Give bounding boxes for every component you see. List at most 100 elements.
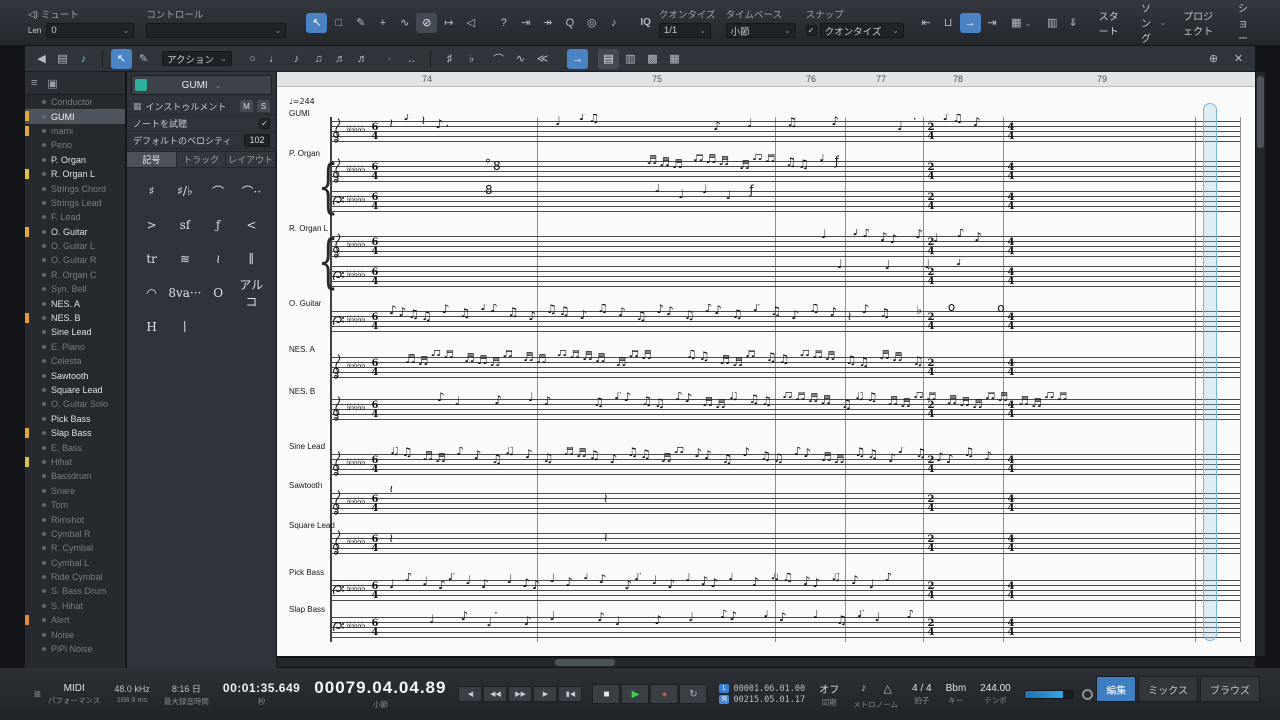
marker-start-button[interactable]: ⇤ xyxy=(916,13,937,33)
track-item-pipi-noise[interactable]: PiPi Noise xyxy=(25,642,125,656)
arrow-tool[interactable]: ↖ xyxy=(306,12,328,33)
pencil-tool[interactable]: ✎ xyxy=(133,49,154,69)
notation-symbol-11[interactable]: ∥ xyxy=(235,250,268,268)
catch-button[interactable]: ↠ xyxy=(537,13,558,33)
track-item-bassdrum[interactable]: Bassdrum xyxy=(25,469,125,483)
folder-icon[interactable]: ▤ xyxy=(52,49,73,69)
bar-beat-display[interactable]: 00079.04.04.89 xyxy=(314,678,446,698)
note-value-button-2[interactable]: ♪ xyxy=(286,49,307,69)
notation-symbol-9[interactable]: ≋ xyxy=(168,250,201,268)
notation-symbol-8[interactable]: tr xyxy=(135,250,168,268)
download-icon[interactable]: ⇓ xyxy=(1063,13,1084,33)
notation-symbol-7[interactable]: < xyxy=(235,216,268,234)
notation-symbol-0[interactable]: ♯ xyxy=(135,182,168,200)
notation-symbol-1[interactable]: ♯/♭ xyxy=(168,182,201,200)
track-item-nes-a[interactable]: NES. A xyxy=(25,296,125,310)
score-canvas[interactable]: ♩=244 GUMI ♭♭♭♭♭ 6 4 2 4 4 4 ≀ ♪ ≀ ♪ · ♩ ♪ ♫♪ ♩ ♫ ♪ ♩ · ♪ ♫ ♪ P. … xyxy=(277,87,1255,656)
horizontal-scrollbar[interactable] xyxy=(277,658,1255,667)
staff-notes[interactable]: ≀ ♪ ≀ ♪ · ♩ ♪ ♫♪ ♩ ♫ ♪ ♩ · ♪ ♫ ♪ xyxy=(389,114,1237,148)
notation-symbol-17[interactable]: ∣ xyxy=(168,318,201,336)
time-display[interactable]: 00:01:35.649 xyxy=(223,681,300,695)
mix-panel-button[interactable]: ミックス xyxy=(1138,676,1198,702)
time-signature-value[interactable]: 4 / 4 xyxy=(912,683,931,694)
mute-label[interactable]: ミュート xyxy=(41,7,79,21)
notation-symbol-2[interactable]: ⌒ xyxy=(202,182,235,200)
track-item-hihat[interactable]: Hihat xyxy=(25,455,125,469)
track-item-nes-b[interactable]: NES. B xyxy=(25,311,125,325)
notation-symbol-10[interactable]: ≀ xyxy=(202,250,235,268)
zoom-button[interactable]: ◎ xyxy=(581,13,602,33)
track-item-strings-chord[interactable]: Strings Chord xyxy=(25,181,125,195)
notation-symbol-3[interactable]: ⌒·· xyxy=(235,182,268,200)
notation-symbol-16[interactable]: H xyxy=(135,318,168,336)
track-item-o-guitar-r[interactable]: O. Guitar R xyxy=(25,253,125,267)
bend-tool[interactable]: ↦ xyxy=(438,13,459,33)
browse-panel-button[interactable]: ブラウズ xyxy=(1200,676,1260,702)
track-item-sine-lead[interactable]: Sine Lead xyxy=(25,325,125,339)
record-button[interactable]: ● xyxy=(650,684,679,704)
locate-button[interactable]: ⇥ xyxy=(515,13,536,33)
autoscroll-button[interactable]: → xyxy=(567,48,588,69)
edit-panel-button[interactable]: 編集 xyxy=(1096,676,1137,702)
track-item-s-bass-drum[interactable]: S. Bass Drum xyxy=(25,584,125,598)
notation-symbol-5[interactable]: sf xyxy=(168,216,201,234)
note-value-button-5[interactable]: ♬ xyxy=(352,49,373,69)
track-item-r-organ-l[interactable]: R. Organ L xyxy=(25,167,125,181)
scrollbar-thumb[interactable] xyxy=(1257,76,1264,148)
notation-symbol-6[interactable]: ƒ xyxy=(202,216,235,234)
range-tool[interactable]: □ xyxy=(328,13,349,33)
marker-end-button[interactable]: ⇥ xyxy=(982,13,1003,33)
track-item-square-lead[interactable]: Square Lead xyxy=(25,383,125,397)
solo-button[interactable]: S xyxy=(257,100,270,112)
track-item-cymbal-r[interactable]: Cymbal R xyxy=(25,527,125,541)
instrument-row[interactable]: ▦ インストゥルメント M S xyxy=(127,98,276,115)
track-item-tom[interactable]: Tom xyxy=(25,498,125,512)
track-item-gumi[interactable]: GUMI xyxy=(25,109,125,124)
arrow-tool[interactable]: ↖ xyxy=(111,48,132,69)
tab-[interactable]: レイアウト xyxy=(226,152,277,167)
view-mode-button-2[interactable]: ▩ xyxy=(642,49,663,69)
track-item-strings-lead[interactable]: Strings Lead xyxy=(25,196,125,210)
tab-[interactable]: 記号 xyxy=(127,152,177,167)
staff-notes[interactable]: ° 8 ♬ ♬ ♬ ♬ ♬ ♬ ♬♬ ♬ ♫ ♫ ♩ ƒ xyxy=(389,154,1237,188)
accidental-button-0[interactable]: ♯ xyxy=(439,49,460,69)
notation-symbol-14[interactable]: O xyxy=(202,284,235,302)
view-mode-button-3[interactable]: ▦ xyxy=(664,49,685,69)
track-item-f-lead[interactable]: F. Lead xyxy=(25,210,125,224)
audition-checkbox[interactable]: ✓ xyxy=(259,117,270,129)
playhead[interactable] xyxy=(1203,103,1217,641)
view-mode-button-0[interactable]: ▤ xyxy=(598,48,619,69)
measure-number[interactable]: 78 xyxy=(953,74,963,84)
control-dropdown[interactable] xyxy=(146,23,287,38)
help-button[interactable]: ? xyxy=(493,13,514,33)
view-mode-button-1[interactable]: ▥ xyxy=(620,49,641,69)
dot-value-button-0[interactable]: · xyxy=(379,49,400,69)
track-item-p-organ[interactable]: P. Organ xyxy=(25,153,125,167)
track-selector-dropdown[interactable]: GUMI xyxy=(131,75,272,95)
staff-notes[interactable]: ♬ ♬♬ ♬ ♬ ♬ ♬♬ ♬ ♬ ♬ ♬ ♬ ♬ ♬♬ ♬ ♫ ♫ ♬ ♬♬ ♫ ♫ ♬ ♬ ♬ ♫ ♫ ♬ ♬ ♫ xyxy=(389,350,1237,384)
track-item-e-piano[interactable]: E. Piano xyxy=(25,340,125,354)
accidental-button-1[interactable]: ♭ xyxy=(461,49,482,69)
staff-notes[interactable]: ≀≀ xyxy=(389,486,1237,520)
metronome-icon-0[interactable]: ♪ xyxy=(853,678,874,698)
grid-quantize-button[interactable]: ▦ xyxy=(1011,13,1032,33)
track-item-sawtooth[interactable]: Sawtooth xyxy=(25,368,125,382)
start-button[interactable]: スタート xyxy=(1092,4,1131,42)
track-item-ride-cymbal[interactable]: Ride Cymbal xyxy=(25,570,125,584)
measure-number[interactable]: 79 xyxy=(1097,74,1107,84)
pin-icon[interactable]: ⊕ xyxy=(1203,49,1224,69)
note-value-button-1[interactable]: ♩ xyxy=(264,49,285,69)
project-button[interactable]: プロジェクト xyxy=(1176,4,1228,42)
track-item-rimshot[interactable]: Rimshot xyxy=(25,512,125,526)
play-button[interactable]: ▶ xyxy=(621,684,650,704)
scrollbar-thumb[interactable] xyxy=(555,659,615,666)
curve-button-1[interactable]: ∿ xyxy=(510,49,531,69)
staff-notes[interactable]: ♩ ♪ ♩·♪ ♩ ♪ ♩ ♪ ♩ ♪ ♪ ♩ ♪ ♩ ♫ ♪ ♩ ♪ xyxy=(389,610,1237,644)
track-item-o-guitar-solo[interactable]: O. Guitar Solo xyxy=(25,397,125,411)
track-item-celesta[interactable]: Celesta xyxy=(25,354,125,368)
staff-notes[interactable]: ♪ ♩ ♪ ♩ ♪ ♫ ♪ ♪ ♫ ♫ ♪ ♪ ♬ ♬♫ ♫ ♫ ♬ ♬ ♬ ♬ ♫♫ ♫ ♬ ♬♬ ♬ ♬ ♬ ♬♬ ♬ ♬ ♬♬ ♬ xyxy=(389,392,1237,426)
tempo-value[interactable]: 244.00 xyxy=(980,683,1011,694)
measure-number[interactable]: 74 xyxy=(422,74,432,84)
volume-knob[interactable] xyxy=(1081,688,1093,700)
mute-button[interactable]: M xyxy=(240,100,253,112)
